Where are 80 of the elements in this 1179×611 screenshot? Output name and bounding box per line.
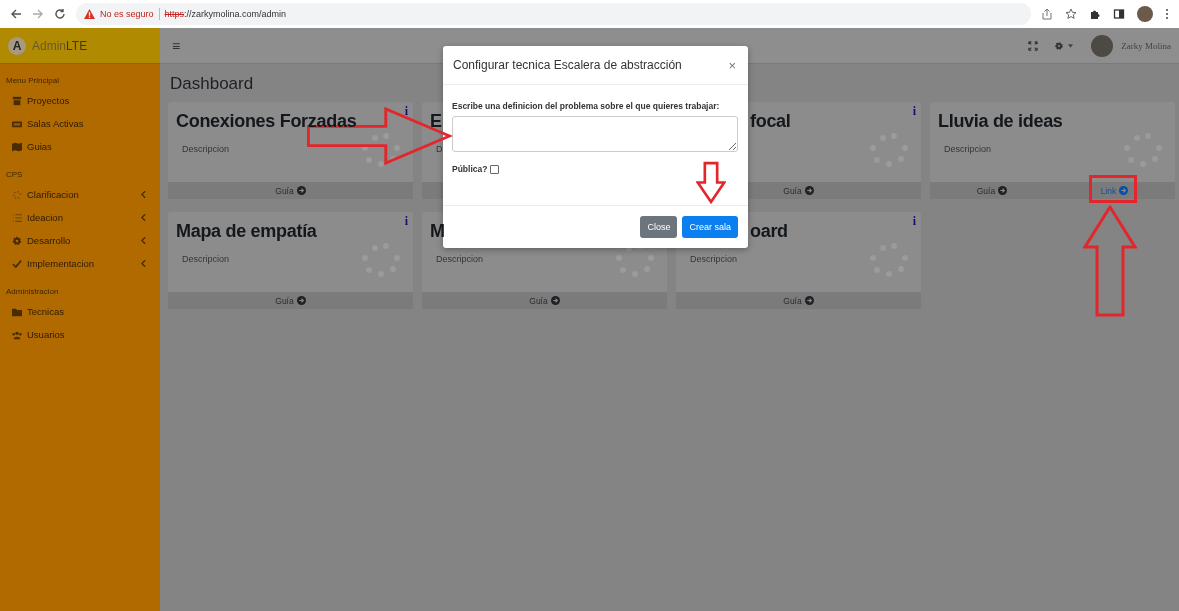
logo-badge: A: [8, 36, 26, 55]
url-text: https://zarkymolina.com/admin: [164, 9, 287, 19]
card-description: D: [436, 143, 444, 154]
card-description: Descripcion: [436, 253, 485, 264]
arrow-circle-icon: [296, 296, 306, 305]
user-name[interactable]: Zarky Molina: [1121, 40, 1171, 51]
card-title: oard: [750, 222, 788, 242]
loading-dots-icon: [361, 132, 401, 168]
side-panel-icon[interactable]: [1113, 8, 1125, 20]
arrow-circle-icon: [1119, 186, 1129, 195]
map-icon: [12, 141, 22, 152]
sidebar-header: Menu Principal: [5, 75, 60, 87]
sidebar-item[interactable]: Implementacion: [0, 252, 160, 275]
share-icon[interactable]: [1041, 8, 1053, 20]
sidebar-item[interactable]: Tecnicas: [0, 300, 160, 323]
arrow-circle-icon: [804, 296, 814, 305]
menu-toggle[interactable]: ≡: [172, 37, 181, 54]
close-button[interactable]: ×: [726, 57, 738, 73]
more-icon[interactable]: [1165, 8, 1169, 20]
spinner-icon: [12, 189, 22, 200]
public-label: Pública?: [452, 164, 488, 174]
field-label: Escribe una definicion del problema sobre el que quieres trabajar:: [452, 101, 721, 111]
arrow-circle-icon: [550, 296, 560, 305]
problem-input-field[interactable]: [452, 116, 738, 152]
sidebar-item[interactable]: Desarrollo: [0, 229, 160, 252]
card-title: focal: [750, 112, 791, 132]
public-checkbox[interactable]: [490, 164, 500, 174]
card-title: E: [430, 112, 442, 132]
info-link[interactable]: i: [404, 104, 408, 119]
card-description: Descripcion: [182, 253, 231, 264]
sidebar-item[interactable]: Usuarios: [0, 323, 160, 346]
cog-icon: [12, 235, 22, 246]
sidebar-item[interactable]: Clarificacion: [0, 183, 160, 206]
card-footer-link[interactable]: Guía: [275, 295, 306, 306]
card-description: Descripcion: [944, 143, 993, 154]
users-icon: [12, 329, 22, 340]
card-footer-link[interactable]: Guía: [783, 185, 814, 196]
highlight-box: [1089, 175, 1137, 203]
create-room-button[interactable]: Crear sala: [682, 216, 738, 238]
check-icon: [12, 258, 22, 269]
card-footer-link[interactable]: Guía: [976, 185, 1008, 196]
card-title: Lluvia de ideas: [938, 112, 1063, 132]
back-icon[interactable]: [10, 8, 22, 20]
archive-icon: [12, 95, 22, 106]
folder-icon: [12, 306, 22, 317]
fullscreen-icon[interactable]: [1028, 40, 1039, 51]
arrow-circle-icon: [804, 186, 814, 195]
reload-icon[interactable]: [54, 8, 66, 20]
sidebar-header: CPS: [5, 169, 24, 181]
sidebar-header: Administracion: [5, 286, 60, 298]
close-button[interactable]: Close: [640, 216, 678, 238]
profile-avatar[interactable]: [1137, 6, 1153, 22]
settings-icon[interactable]: [1054, 40, 1065, 51]
caret-icon[interactable]: [1068, 43, 1074, 48]
security-label: No es seguro: [100, 9, 154, 19]
sidebar-item[interactable]: Guias: [0, 135, 160, 158]
sidebar-item[interactable]: Ideacion: [0, 206, 160, 229]
card-footer-link[interactable]: Guía: [783, 295, 814, 306]
warning-icon: [84, 9, 95, 19]
card-footer-link[interactable]: Guía: [275, 185, 306, 196]
card-footer-link[interactable]: Guía: [529, 295, 560, 306]
puzzle-icon[interactable]: [1089, 8, 1101, 20]
address-bar[interactable]: No es seguro https://zarkymolina.com/admin: [76, 3, 1031, 25]
user-avatar[interactable]: [1091, 34, 1114, 57]
star-icon[interactable]: [1065, 8, 1077, 20]
info-link[interactable]: i: [404, 214, 408, 229]
sidebar-item[interactable]: Salas Activas: [0, 112, 160, 135]
card-description: Descripcion: [182, 143, 231, 154]
arrow-circle-icon: [296, 186, 306, 195]
card-title: Mapa de empatía: [176, 222, 317, 242]
modal-title: Configurar tecnica Escalera de abstracción: [453, 58, 682, 72]
info-link[interactable]: i: [912, 104, 916, 119]
list-icon: [12, 212, 22, 223]
annotation-arrow-drawing: [696, 160, 726, 205]
page-title: Dashboard: [170, 74, 255, 94]
arrow-circle-icon: [998, 186, 1008, 195]
info-link[interactable]: i: [912, 214, 916, 229]
card-description: Descripcion: [690, 253, 739, 264]
sidebar-item[interactable]: Proyectos: [0, 89, 160, 112]
brand-name: AdminLTE: [32, 38, 88, 53]
